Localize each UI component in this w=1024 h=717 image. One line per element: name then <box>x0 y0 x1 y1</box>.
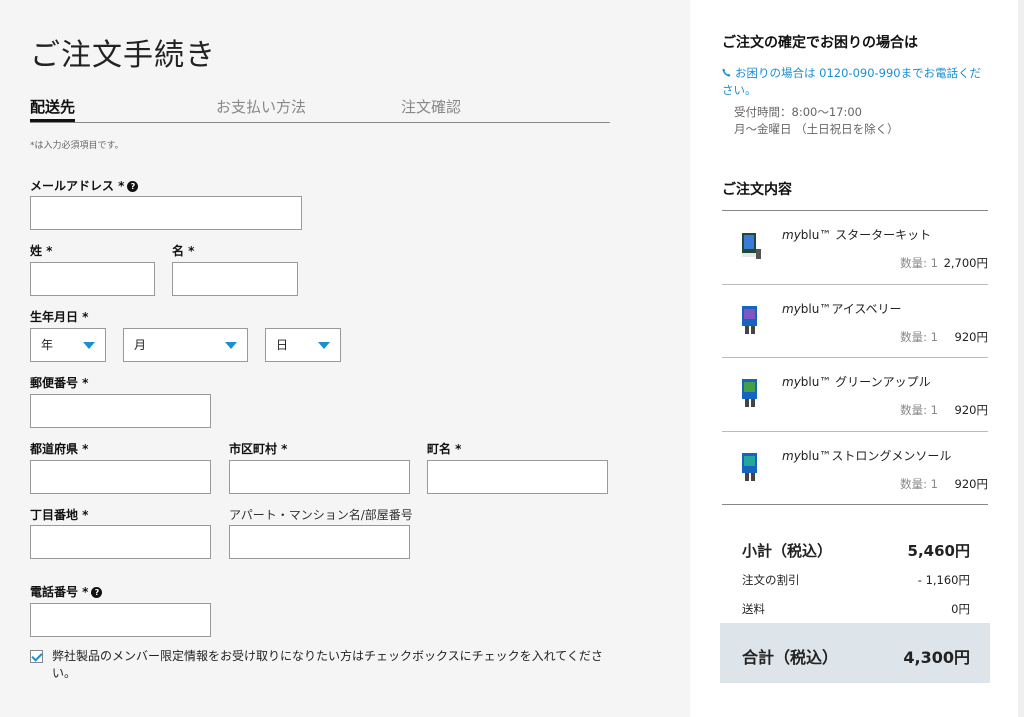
block-field[interactable] <box>30 525 211 559</box>
chevron-down-icon <box>318 342 330 349</box>
shipping-row: 送料 0円 <box>742 601 970 617</box>
town-field[interactable] <box>427 460 608 494</box>
strong-menthol-image <box>742 453 757 481</box>
phone-icon <box>722 68 731 77</box>
shipping-label: 送料 <box>742 602 765 616</box>
tab-payment[interactable]: お支払い方法 <box>216 96 306 117</box>
help-icon[interactable]: ? <box>127 181 139 192</box>
item-qty: 数量: 1 <box>900 330 938 344</box>
building-label: アパート・マンション名/部屋番号 <box>229 508 413 522</box>
help-phone-link[interactable]: お困りの場合は 0120-090-990までお電話ください。 <box>722 65 990 99</box>
iceberry-image <box>742 306 757 334</box>
newsletter-label: 弊社製品のメンバー限定情報をお受け取りになりたい方はチェックボックスにチェックを… <box>52 649 603 680</box>
help-days: 月〜金曜日 （土日祝日を除く） <box>734 122 899 136</box>
help-hours: 受付時間：8:00〜17:00 <box>734 105 862 119</box>
first-name-label: 名 * <box>172 244 195 258</box>
item-qty: 数量: 1 <box>900 256 938 270</box>
postal-field[interactable] <box>30 394 211 428</box>
page-title: ご注文手続き <box>30 38 216 73</box>
building-field[interactable] <box>229 525 410 559</box>
subtotal-label: 小計（税込） <box>742 542 833 560</box>
birthdate-label: 生年月日 * <box>30 310 89 324</box>
chevron-down-icon <box>83 342 95 349</box>
order-item: myblu™ グリーンアップル 数量: 1 920円 <box>722 358 988 431</box>
item-name: myblu™ グリーンアップル <box>782 375 931 389</box>
order-heading: ご注文内容 <box>722 182 792 198</box>
item-name: myblu™ スターターキット <box>782 228 932 242</box>
newsletter-checkbox[interactable] <box>30 650 43 663</box>
item-name: myblu™ストロングメンソール <box>782 449 952 463</box>
total-label: 合計（税込） <box>742 648 839 667</box>
help-icon[interactable]: ? <box>91 587 103 598</box>
tab-shipping[interactable]: 配送先 <box>30 96 76 122</box>
item-price: 920円 <box>954 477 988 491</box>
help-heading: ご注文の確定でお困りの場合は <box>722 35 918 51</box>
item-price: 2,700円 <box>943 256 988 270</box>
starter-kit-image <box>742 233 761 259</box>
last-name-field[interactable] <box>30 262 155 296</box>
first-name-field[interactable] <box>172 262 298 296</box>
checkout-steps: 配送先 お支払い方法 注文確認 <box>30 96 610 123</box>
postal-label: 郵便番号 * <box>30 376 89 390</box>
prefecture-field[interactable] <box>30 460 211 494</box>
city-field[interactable] <box>229 460 410 494</box>
discount-value: - 1,160円 <box>917 573 970 587</box>
birth-year-select[interactable]: 年 <box>30 328 106 362</box>
item-name: myblu™アイスベリー <box>782 302 902 316</box>
total-row: 合計（税込） 4,300円 <box>742 644 970 667</box>
chevron-down-icon <box>225 342 237 349</box>
item-price: 920円 <box>954 403 988 417</box>
item-qty: 数量: 1 <box>900 477 938 491</box>
shipping-value: 0円 <box>951 602 970 616</box>
order-item: myblu™ストロングメンソール 数量: 1 920円 <box>722 432 988 505</box>
phone-label: 電話番号 *? <box>30 583 103 600</box>
total-value: 4,300円 <box>903 648 970 667</box>
birth-day-select[interactable]: 日 <box>265 328 341 362</box>
subtotal-row: 小計（税込） 5,460円 <box>742 540 970 560</box>
discount-label: 注文の割引 <box>742 573 800 587</box>
last-name-label: 姓 * <box>30 244 53 258</box>
email-label: メールアドレス *? <box>30 177 139 194</box>
prefecture-label: 都道府県 * <box>30 442 89 456</box>
tab-confirm[interactable]: 注文確認 <box>401 96 461 117</box>
subtotal-value: 5,460円 <box>907 542 970 560</box>
divider <box>722 504 988 505</box>
town-label: 町名 * <box>427 442 462 456</box>
email-field[interactable] <box>30 196 302 230</box>
discount-row: 注文の割引 - 1,160円 <box>742 572 970 588</box>
scrollbar[interactable] <box>1018 0 1024 717</box>
green-apple-image <box>742 379 757 407</box>
city-label: 市区町村 * <box>229 442 288 456</box>
block-label: 丁目番地 * <box>30 508 89 522</box>
order-item: myblu™アイスベリー 数量: 1 920円 <box>722 285 988 358</box>
birth-month-select[interactable]: 月 <box>123 328 248 362</box>
phone-field[interactable] <box>30 603 211 637</box>
item-qty: 数量: 1 <box>900 403 938 417</box>
required-note: *は入力必須項目です。 <box>30 141 124 151</box>
item-price: 920円 <box>954 330 988 344</box>
order-item: myblu™ スターターキット 数量: 1 2,700円 <box>722 211 988 284</box>
